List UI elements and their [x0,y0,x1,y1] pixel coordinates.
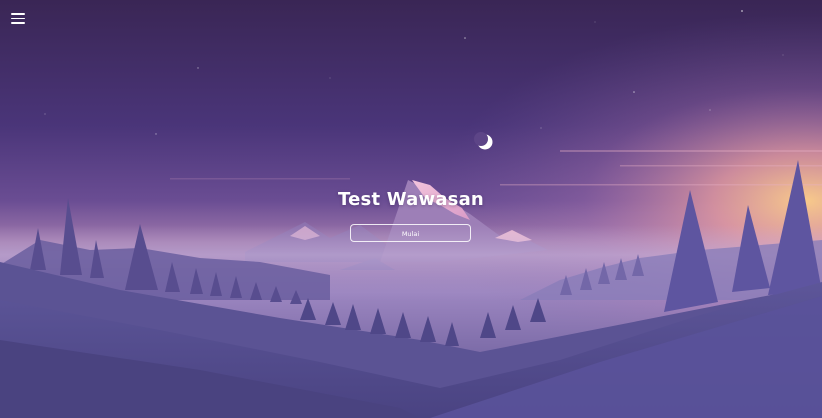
menu-line [11,17,25,20]
start-button[interactable]: Mulai [350,224,471,242]
landing-screen: Test Wawasan Mulai [0,0,822,418]
page-title: Test Wawasan [338,189,484,210]
hero-section: Test Wawasan [0,189,822,210]
menu-line [11,13,25,15]
hamburger-menu-icon[interactable] [8,9,28,27]
menu-line [11,22,25,24]
